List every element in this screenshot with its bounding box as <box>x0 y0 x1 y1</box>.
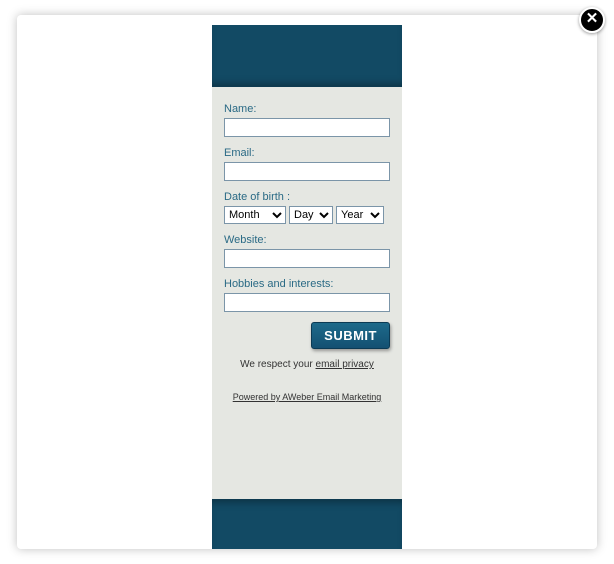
footer-band <box>212 499 402 549</box>
hobbies-label: Hobbies and interests: <box>224 278 390 290</box>
signup-form-widget: Name: Email: Date of birth : Month Day <box>212 25 402 549</box>
dob-field-group: Date of birth : Month Day Year <box>224 191 390 224</box>
header-band <box>212 25 402 87</box>
dob-day-select[interactable]: Day <box>289 206 333 224</box>
submit-wrap: SUBMIT <box>224 322 390 349</box>
hobbies-field-group: Hobbies and interests: <box>224 278 390 312</box>
name-field-group: Name: <box>224 103 390 137</box>
powered-by: Powered by AWeber Email Marketing <box>224 392 390 402</box>
close-button[interactable]: ✕ <box>579 7 605 33</box>
dob-month-select[interactable]: Month <box>224 206 286 224</box>
privacy-text: We respect your email privacy <box>224 359 390 370</box>
email-label: Email: <box>224 147 390 159</box>
dob-year-select[interactable]: Year <box>336 206 384 224</box>
website-input[interactable] <box>224 249 390 268</box>
powered-by-link[interactable]: Powered by AWeber Email Marketing <box>233 392 382 402</box>
privacy-prefix: We respect your <box>240 359 315 370</box>
name-label: Name: <box>224 103 390 115</box>
email-field-group: Email: <box>224 147 390 181</box>
name-input[interactable] <box>224 118 390 137</box>
email-input[interactable] <box>224 162 390 181</box>
privacy-link[interactable]: email privacy <box>316 359 374 370</box>
submit-button[interactable]: SUBMIT <box>311 322 390 349</box>
website-field-group: Website: <box>224 234 390 268</box>
form-body: Name: Email: Date of birth : Month Day <box>212 87 402 499</box>
website-label: Website: <box>224 234 390 246</box>
dob-label: Date of birth : <box>224 191 390 203</box>
dob-selects: Month Day Year <box>224 206 390 224</box>
hobbies-input[interactable] <box>224 293 390 312</box>
modal-dialog: ✕ Name: Email: Date of birth : Month Da <box>17 15 597 549</box>
